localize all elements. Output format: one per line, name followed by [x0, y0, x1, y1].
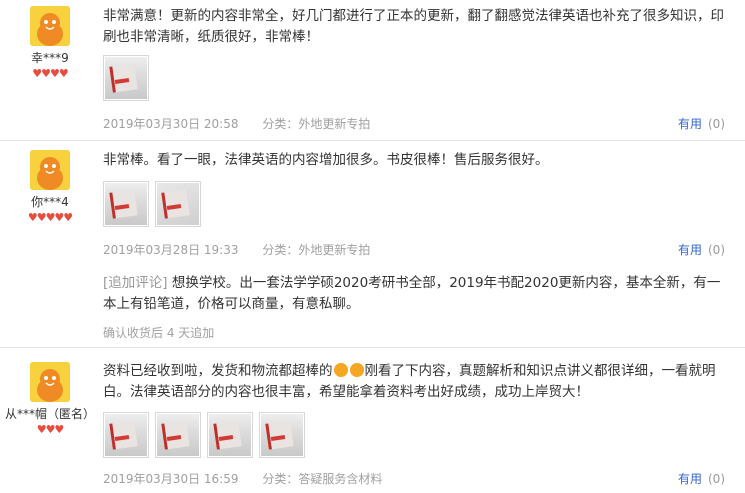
review-date: 2019年03月30日 16:59: [103, 472, 239, 486]
useful-count: (0): [708, 243, 725, 257]
review-meta: 2019年03月30日 20:58 分类：外地更新专拍: [103, 115, 370, 132]
useful-label[interactable]: 有用: [678, 117, 702, 131]
review-item: 你***4 ♥♥♥♥♥ 非常棒。看了一眼，法律英语的内容增加很多。书皮很棒！售后…: [0, 141, 745, 348]
review-item: 从***帽（匿名） ♥♥♥ 资料已经收到啦，发货和物流都超棒的 刚看了下内容，真题…: [0, 348, 745, 493]
review-date: 2019年03月30日 20:58: [103, 117, 239, 131]
review-photo[interactable]: [207, 412, 253, 458]
emoji-icon: [333, 363, 348, 377]
review-text: 资料已经收到啦，发货和物流都超棒的 刚看了下内容，真题解析和知识点讲义都很详细，一…: [103, 361, 733, 403]
reviewer: 从***帽（匿名） ♥♥♥: [0, 362, 100, 436]
review-category: 分类：外地更新专拍: [262, 117, 371, 131]
review-photo[interactable]: [259, 412, 305, 458]
review-meta: 2019年03月30日 16:59 分类：答疑服务含材料: [103, 470, 382, 487]
review-photos: [103, 181, 201, 227]
review-photo[interactable]: [103, 181, 149, 227]
review-photo[interactable]: [155, 181, 201, 227]
review-text: 非常棒。看了一眼，法律英语的内容增加很多。书皮很棒！售后服务很好。: [103, 152, 549, 168]
review-photos: [103, 412, 305, 458]
review-text: 非常满意！更新的内容非常全，好几门都进行了正本的更新，翻了翻感觉法律英语也补充了…: [103, 8, 724, 45]
useful-count: (0): [708, 472, 725, 486]
useful-button[interactable]: 有用 (0): [678, 115, 725, 132]
review-item: 幸***9 ♥♥♥♥ 非常满意！更新的内容非常全，好几门都进行了正本的更新，翻了…: [0, 0, 745, 141]
review-text-part: 资料已经收到啦，发货和物流都超棒的: [103, 363, 333, 379]
emoji-icon: [349, 363, 364, 377]
heart-icon: ♥♥♥♥: [32, 67, 68, 80]
review-category: 分类：外地更新专拍: [262, 243, 371, 257]
review-meta: 2019年03月28日 19:33 分类：外地更新专拍: [103, 241, 370, 258]
review-date: 2019年03月28日 19:33: [103, 243, 239, 257]
useful-label[interactable]: 有用: [678, 243, 702, 257]
heart-icon: ♥♥♥: [36, 423, 65, 436]
append-meta: 确认收货后 4 天追加: [103, 326, 215, 340]
useful-label[interactable]: 有用: [678, 472, 702, 486]
review-photo[interactable]: [103, 412, 149, 458]
heart-icon: ♥♥♥♥♥: [27, 211, 73, 224]
reviewer-name: 从***帽（匿名）: [4, 407, 95, 421]
review-category: 分类：答疑服务含材料: [262, 472, 383, 486]
append-tag: [追加评论]: [103, 275, 168, 291]
review-photo[interactable]: [103, 55, 149, 101]
avatar-mascot-icon: [30, 6, 70, 46]
useful-button[interactable]: 有用 (0): [678, 241, 725, 258]
reviewer: 幸***9 ♥♥♥♥: [0, 6, 100, 80]
avatar[interactable]: [30, 6, 70, 46]
avatar[interactable]: [30, 362, 70, 402]
avatar-mascot-icon: [30, 362, 70, 402]
useful-count: (0): [708, 117, 725, 131]
avatar[interactable]: [30, 150, 70, 190]
appended-review: [追加评论] 想换学校。出一套法学学硕2020考研书全部，2019年书配2020…: [103, 273, 733, 315]
useful-button[interactable]: 有用 (0): [678, 470, 725, 487]
avatar-mascot-icon: [30, 150, 70, 190]
review-photos: [103, 55, 149, 101]
reviewer-name: 幸***9: [31, 51, 69, 65]
append-text: 想换学校。出一套法学学硕2020考研书全部，2019年书配2020更新内容，基本…: [103, 275, 721, 312]
review-photo[interactable]: [155, 412, 201, 458]
reviewer-name: 你***4: [31, 195, 69, 209]
reviewer: 你***4 ♥♥♥♥♥: [0, 150, 100, 224]
